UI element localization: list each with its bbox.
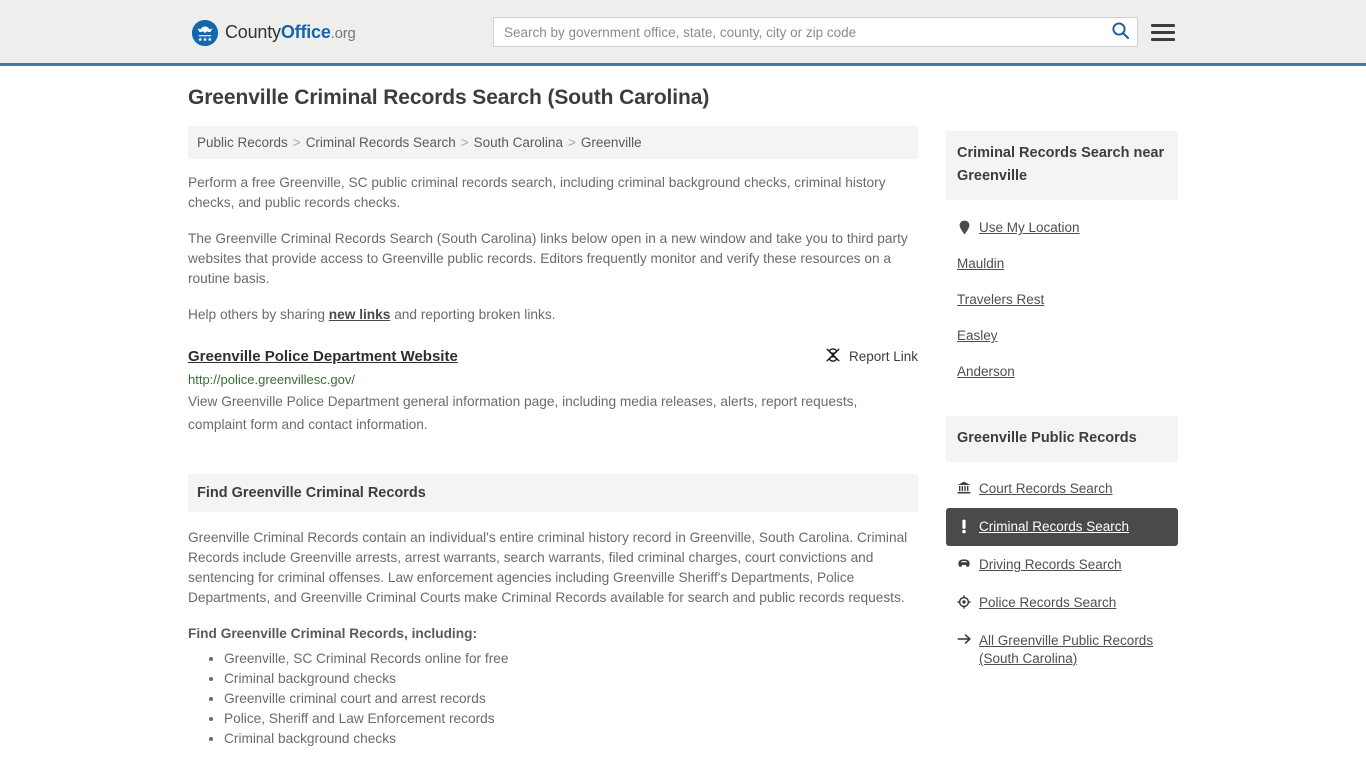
- sidebar: Criminal Records Search near Greenville …: [946, 126, 1178, 678]
- result-header-row: Greenville Police Department Website Rep…: [188, 347, 918, 366]
- sidebar-item-label[interactable]: Easley: [957, 327, 998, 345]
- sidebar-item-anderson[interactable]: Anderson: [946, 354, 1178, 390]
- sidebar-item-mauldin[interactable]: Mauldin: [946, 246, 1178, 282]
- list-item: Mauldin: [946, 246, 1178, 282]
- intro-p3-after: and reporting broken links.: [390, 307, 556, 322]
- section-subheading: Find Greenville Criminal Records, includ…: [188, 626, 478, 641]
- logo-text-part-2: Office: [280, 22, 331, 42]
- broken-link-icon: [825, 347, 841, 366]
- sidebar-item-police-records-search[interactable]: Police Records Search: [946, 584, 1178, 622]
- map-pin-icon: [957, 219, 971, 235]
- main-content: Public Records > Criminal Records Search > S…: [188, 126, 918, 749]
- breadcrumb: Public Records > Criminal Records Search > S…: [188, 126, 918, 159]
- breadcrumb-separator: >: [292, 135, 301, 150]
- page-body: Greenville Criminal Records Search (Sout…: [0, 66, 1366, 749]
- intro-paragraph-2: The Greenville Criminal Records Search (…: [188, 231, 908, 286]
- breadcrumb-separator: >: [567, 135, 576, 150]
- list-item: Use My Location: [946, 210, 1178, 246]
- sidebar-nearby-group: Criminal Records Search near Greenville …: [946, 131, 1178, 390]
- exclamation-icon: [957, 518, 971, 534]
- sidebar-item-label[interactable]: Driving Records Search: [979, 556, 1122, 574]
- sidebar-item-label[interactable]: Criminal Records Search: [979, 518, 1129, 536]
- list-item: All Greenville Public Records (South Car…: [946, 622, 1178, 678]
- sidebar-item-label[interactable]: Court Records Search: [979, 480, 1113, 498]
- hamburger-bar: [1151, 23, 1175, 27]
- breadcrumb-separator: >: [460, 135, 469, 150]
- sidebar-item-label[interactable]: All Greenville Public Records (South Car…: [979, 632, 1167, 668]
- breadcrumb-item-criminal-records-search[interactable]: Criminal Records Search: [306, 135, 456, 150]
- search-bar[interactable]: [493, 17, 1138, 47]
- sidebar-item-criminal-records-search[interactable]: Criminal Records Search: [946, 508, 1178, 546]
- search-input[interactable]: [494, 18, 1103, 46]
- logo-text-part-1: County: [225, 22, 281, 42]
- breadcrumb-item-greenville[interactable]: Greenville: [581, 135, 642, 150]
- car-icon: [957, 556, 971, 568]
- sidebar-item-label[interactable]: Police Records Search: [979, 594, 1116, 612]
- site-logo-text: CountyOffice.org: [225, 19, 356, 47]
- sidebar-public-records-group: Greenville Public Records Court Records …: [946, 416, 1178, 678]
- sidebar-public-records-header: Greenville Public Records: [946, 416, 1178, 462]
- section-heading: Find Greenville Criminal Records: [197, 485, 426, 501]
- sidebar-nearby-list: Use My Location Mauldin Travelers Rest E…: [946, 210, 1178, 390]
- sidebar-public-records-list: Court Records Search Criminal Records Se…: [946, 470, 1178, 678]
- site-header: CountyOffice.org: [0, 0, 1366, 66]
- sidebar-item-all-greenville-public-records[interactable]: All Greenville Public Records (South Car…: [946, 622, 1178, 678]
- sidebar-item-court-records-search[interactable]: Court Records Search: [946, 470, 1178, 508]
- search-icon: [1111, 21, 1130, 43]
- sidebar-item-use-my-location[interactable]: Use My Location: [946, 210, 1178, 246]
- list-item: Greenville criminal court and arrest rec…: [224, 689, 918, 709]
- new-links-link[interactable]: new links: [329, 307, 391, 322]
- sidebar-nearby-heading: Criminal Records Search near Greenville: [957, 145, 1165, 184]
- intro-paragraph-1: Perform a free Greenville, SC public cri…: [188, 175, 886, 210]
- list-item: Criminal Records Search: [946, 508, 1178, 546]
- list-item: Criminal background checks: [224, 729, 918, 749]
- report-link-label: Report Link: [848, 349, 918, 364]
- breadcrumb-item-public-records[interactable]: Public Records: [197, 135, 288, 150]
- result-description: View Greenville Police Department genera…: [188, 394, 858, 432]
- list-item: Driving Records Search: [946, 546, 1178, 584]
- list-item: Criminal background checks: [224, 669, 918, 689]
- list-item: Police Records Search: [946, 584, 1178, 622]
- sidebar-item-label[interactable]: Travelers Rest: [957, 291, 1044, 309]
- courthouse-icon: [957, 480, 971, 494]
- sidebar-item-label[interactable]: Use My Location: [979, 219, 1080, 237]
- sidebar-item-travelers-rest[interactable]: Travelers Rest: [946, 282, 1178, 318]
- intro-p3-before: Help others by sharing: [188, 307, 329, 322]
- intro-paragraph-3: Help others by sharing new links and rep…: [188, 305, 918, 325]
- list-item: Anderson: [946, 354, 1178, 390]
- arrow-right-icon: [957, 632, 971, 645]
- hamburger-bar: [1151, 30, 1175, 34]
- list-item: Greenville, SC Criminal Records online f…: [224, 649, 918, 669]
- list-item: Police, Sheriff and Law Enforcement reco…: [224, 709, 918, 729]
- list-item: Travelers Rest: [946, 282, 1178, 318]
- sidebar-item-driving-records-search[interactable]: Driving Records Search: [946, 546, 1178, 584]
- eagle-seal-icon: [192, 20, 218, 46]
- criminal-records-list: Greenville, SC Criminal Records online f…: [188, 649, 918, 749]
- site-logo[interactable]: CountyOffice.org: [192, 19, 356, 47]
- sidebar-item-easley[interactable]: Easley: [946, 318, 1178, 354]
- sidebar-item-label[interactable]: Mauldin: [957, 255, 1004, 273]
- page-title: Greenville Criminal Records Search (Sout…: [188, 86, 710, 109]
- section-paragraph: Greenville Criminal Records contain an i…: [188, 530, 908, 605]
- hamburger-menu-icon[interactable]: [1151, 20, 1175, 44]
- search-button[interactable]: [1103, 18, 1137, 46]
- sidebar-nearby-header: Criminal Records Search near Greenville: [946, 131, 1178, 200]
- police-badge-icon: [957, 594, 971, 609]
- report-link-button[interactable]: Report Link: [825, 347, 918, 366]
- sidebar-item-label[interactable]: Anderson: [957, 363, 1015, 381]
- logo-text-part-3: .org: [330, 25, 356, 42]
- result-title-link[interactable]: Greenville Police Department Website: [188, 348, 458, 365]
- sidebar-public-records-heading: Greenville Public Records: [957, 430, 1137, 446]
- result-url: http://police.greenvillesc.gov/: [188, 372, 355, 387]
- list-item: Easley: [946, 318, 1178, 354]
- result-item: Greenville Police Department Website Rep…: [188, 347, 918, 436]
- list-item: Court Records Search: [946, 470, 1178, 508]
- breadcrumb-item-south-carolina[interactable]: South Carolina: [474, 135, 563, 150]
- hamburger-bar: [1151, 37, 1175, 41]
- section-header-bar: Find Greenville Criminal Records: [188, 474, 918, 512]
